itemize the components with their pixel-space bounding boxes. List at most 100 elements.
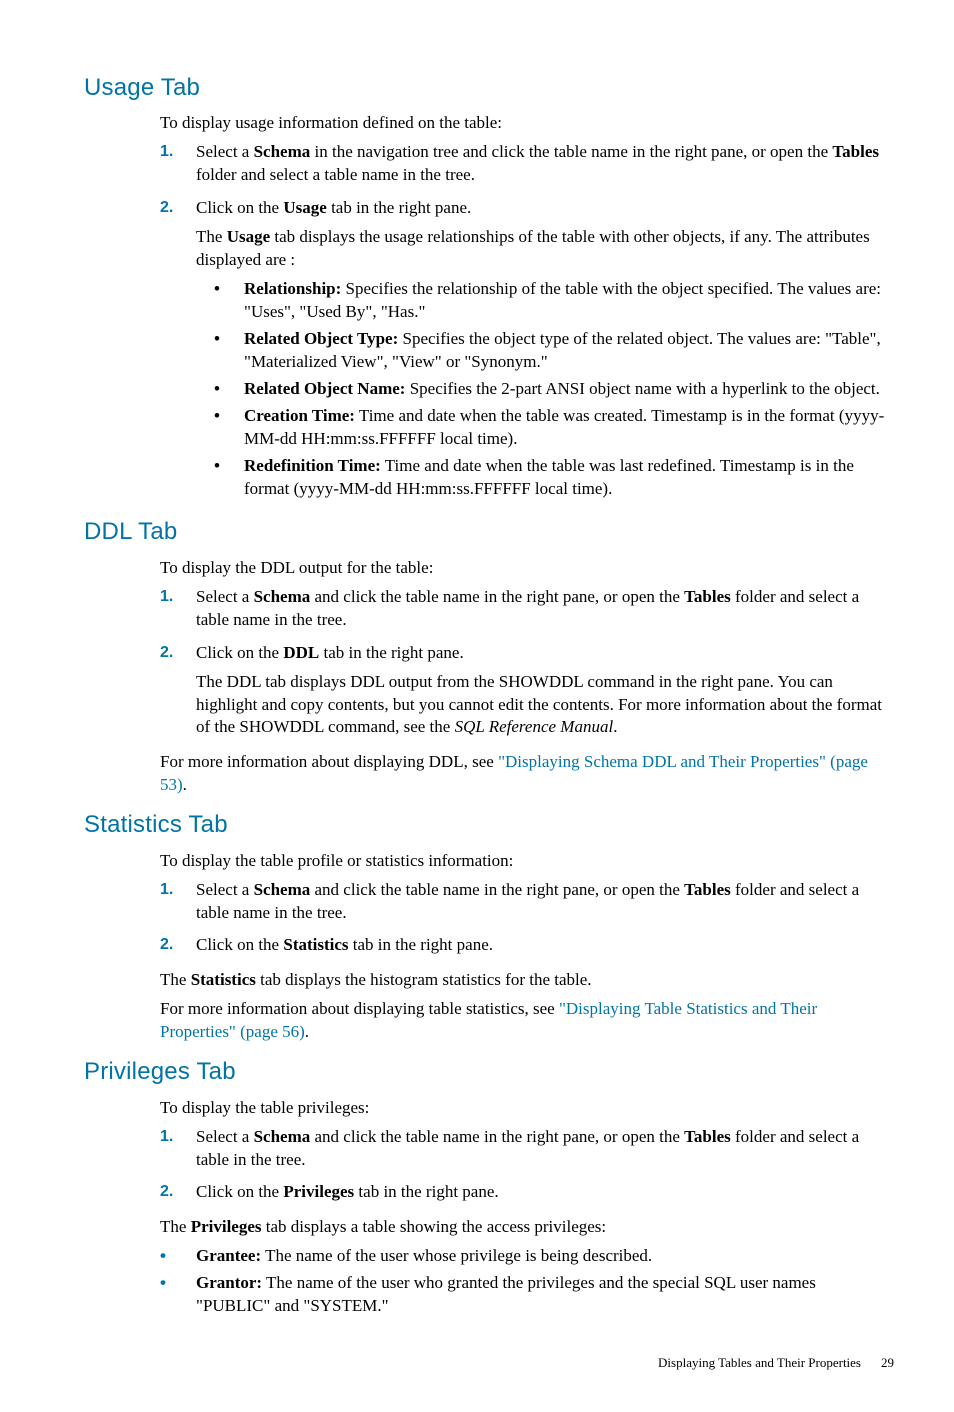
text: Click on the	[196, 1182, 283, 1201]
step-number: 1.	[160, 1126, 196, 1178]
bold-text: Schema	[254, 1127, 311, 1146]
step-number: 2.	[160, 934, 196, 963]
bold-text: Schema	[254, 142, 311, 161]
bold-text: Grantor:	[196, 1273, 262, 1292]
priv-desc: The Privileges tab displays a table show…	[160, 1216, 894, 1239]
step-text: Select a Schema and click the table name…	[196, 879, 894, 925]
list-item: Related Object Name: Specifies the 2-par…	[214, 378, 894, 401]
text: and click the table name in the right pa…	[310, 1127, 684, 1146]
step-number: 1.	[160, 141, 196, 193]
text: Select a	[196, 880, 254, 899]
step-body: Select a Schema and click the table name…	[196, 586, 894, 638]
stats-intro: To display the table profile or statisti…	[160, 850, 894, 873]
list-item: Relationship: Specifies the relationship…	[214, 278, 894, 324]
stats-content: To display the table profile or statisti…	[160, 850, 894, 1045]
priv-step-1: 1. Select a Schema and click the table n…	[160, 1126, 894, 1178]
step-text: Select a Schema and click the table name…	[196, 1126, 894, 1172]
text: tab displays the histogram statistics fo…	[256, 970, 592, 989]
text: .	[613, 717, 617, 736]
ddl-more-info: For more information about displaying DD…	[160, 751, 894, 797]
step-text: Click on the DDL tab in the right pane.	[196, 642, 894, 665]
list-item: Related Object Type: Specifies the objec…	[214, 328, 894, 374]
step-number: 1.	[160, 879, 196, 931]
step-text: The Usage tab displays the usage relatio…	[196, 226, 894, 272]
text: Click on the	[196, 643, 283, 662]
step-number: 2.	[160, 197, 196, 504]
text: folder and select a table name in the tr…	[196, 165, 475, 184]
bold-text: DDL	[283, 643, 319, 662]
bold-text: Tables	[684, 1127, 731, 1146]
usage-intro: To display usage information defined on …	[160, 112, 894, 135]
bold-text: Privileges	[283, 1182, 354, 1201]
footer-page-number: 29	[881, 1354, 894, 1372]
priv-content: To display the table privileges: 1. Sele…	[160, 1097, 894, 1319]
text: Click on the	[196, 198, 283, 217]
heading-ddl-tab: DDL Tab	[84, 516, 894, 548]
usage-content: To display usage information defined on …	[160, 112, 894, 504]
bold-text: Related Object Type:	[244, 329, 398, 348]
text: tab in the right pane.	[354, 1182, 498, 1201]
stats-step-1: 1. Select a Schema and click the table n…	[160, 879, 894, 931]
list-item: Creation Time: Time and date when the ta…	[214, 405, 894, 451]
step-text: Select a Schema in the navigation tree a…	[196, 141, 894, 187]
list-item: Grantee: The name of the user whose priv…	[160, 1245, 894, 1268]
bold-text: Tables	[684, 880, 731, 899]
bold-text: Grantee:	[196, 1246, 261, 1265]
heading-usage-tab: Usage Tab	[84, 72, 894, 104]
ddl-step-2: 2. Click on the DDL tab in the right pan…	[160, 642, 894, 746]
stats-desc: The Statistics tab displays the histogra…	[160, 969, 894, 992]
step-body: Select a Schema and click the table name…	[196, 879, 894, 931]
stats-step-2: 2. Click on the Statistics tab in the ri…	[160, 934, 894, 963]
bold-text: Usage	[283, 198, 326, 217]
text: The name of the user who granted the pri…	[196, 1273, 816, 1315]
usage-attributes-list: Relationship: Specifies the relationship…	[214, 278, 894, 500]
text: tab in the right pane.	[349, 935, 493, 954]
text: For more information about displaying DD…	[160, 752, 498, 771]
usage-step-1: 1. Select a Schema in the navigation tre…	[160, 141, 894, 193]
text: The name of the user whose privilege is …	[261, 1246, 652, 1265]
text: Specifies the 2-part ANSI object name wi…	[405, 379, 879, 398]
stats-steps: 1. Select a Schema and click the table n…	[160, 879, 894, 964]
bold-text: Privileges	[191, 1217, 262, 1236]
text: .	[183, 775, 187, 794]
text: The	[160, 1217, 191, 1236]
text: Select a	[196, 142, 254, 161]
step-text: The DDL tab displays DDL output from the…	[196, 671, 894, 740]
step-body: Click on the Privileges tab in the right…	[196, 1181, 894, 1210]
bold-text: Tables	[832, 142, 879, 161]
step-body: Click on the Usage tab in the right pane…	[196, 197, 894, 504]
step-number: 2.	[160, 1181, 196, 1210]
ddl-step-1: 1. Select a Schema and click the table n…	[160, 586, 894, 638]
ddl-content: To display the DDL output for the table:…	[160, 557, 894, 797]
bold-text: Usage	[227, 227, 270, 246]
text: tab in the right pane.	[319, 643, 463, 662]
page-footer: Displaying Tables and Their Properties 2…	[84, 1354, 894, 1372]
list-item: Grantor: The name of the user who grante…	[160, 1272, 894, 1318]
text: The	[196, 227, 227, 246]
text: and click the table name in the right pa…	[310, 587, 684, 606]
priv-steps: 1. Select a Schema and click the table n…	[160, 1126, 894, 1211]
step-body: Click on the DDL tab in the right pane. …	[196, 642, 894, 746]
bold-text: Creation Time:	[244, 406, 355, 425]
text: tab displays the usage relationships of …	[196, 227, 870, 269]
bold-text: Statistics	[191, 970, 256, 989]
bold-text: Relationship:	[244, 279, 341, 298]
step-text: Select a Schema and click the table name…	[196, 586, 894, 632]
stats-more-info: For more information about displaying ta…	[160, 998, 894, 1044]
bold-text: Schema	[254, 880, 311, 899]
priv-intro: To display the table privileges:	[160, 1097, 894, 1120]
bold-text: Redefinition Time:	[244, 456, 381, 475]
step-number: 1.	[160, 586, 196, 638]
step-body: Select a Schema in the navigation tree a…	[196, 141, 894, 193]
usage-steps: 1. Select a Schema in the navigation tre…	[160, 141, 894, 504]
list-item: Redefinition Time: Time and date when th…	[214, 455, 894, 501]
priv-step-2: 2. Click on the Privileges tab in the ri…	[160, 1181, 894, 1210]
text: and click the table name in the right pa…	[310, 880, 684, 899]
bold-text: Tables	[684, 587, 731, 606]
italic-text: SQL Reference Manual	[455, 717, 614, 736]
step-body: Select a Schema and click the table name…	[196, 1126, 894, 1178]
text: Select a	[196, 587, 254, 606]
bold-text: Statistics	[283, 935, 348, 954]
heading-privileges-tab: Privileges Tab	[84, 1056, 894, 1088]
step-body: Click on the Statistics tab in the right…	[196, 934, 894, 963]
